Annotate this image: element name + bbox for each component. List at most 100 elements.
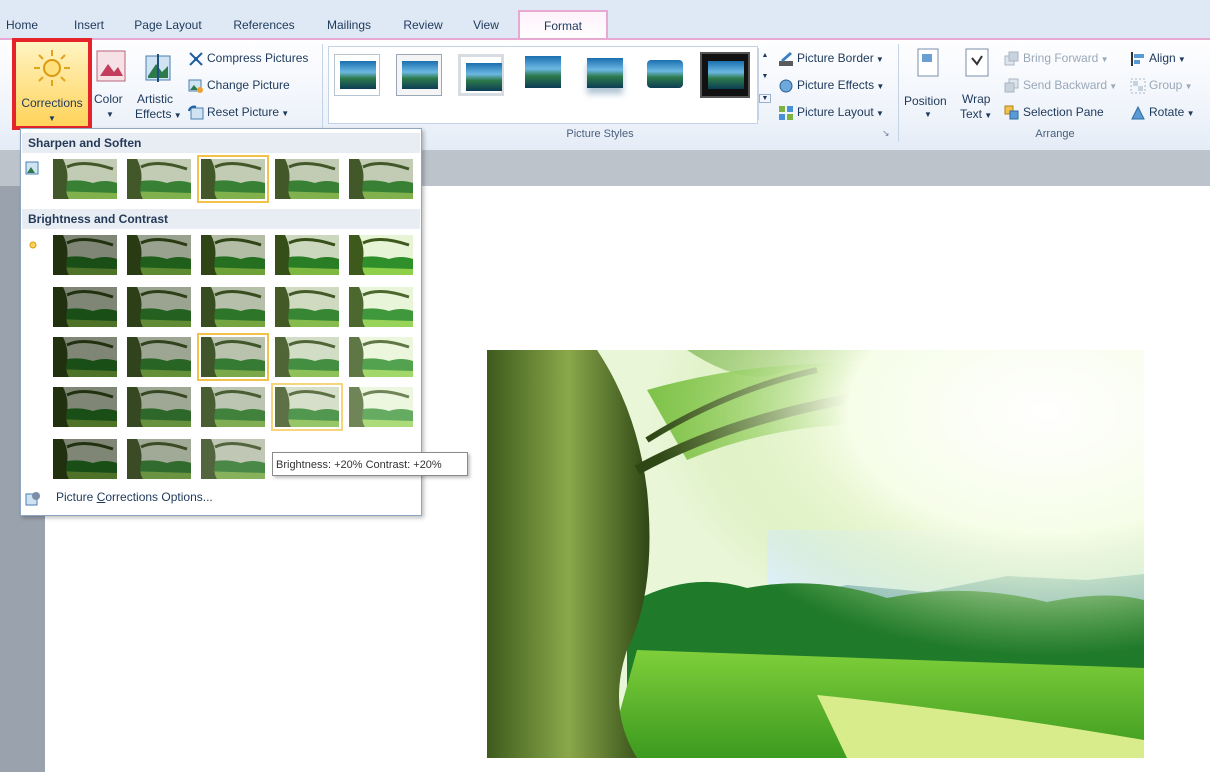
thumbnail-preview: [53, 235, 117, 275]
picture-style-1[interactable]: [334, 54, 380, 96]
corrections-button[interactable]: Corrections ▼: [12, 38, 92, 130]
section-brightness-contrast: Brightness and Contrast: [22, 209, 420, 229]
bring-forward-icon: [1004, 51, 1020, 67]
corrections-label: Corrections: [21, 96, 83, 110]
group-button[interactable]: Group ▼: [1130, 74, 1193, 96]
brightness-contrast-preset-r1-c1[interactable]: [53, 235, 117, 275]
tab-review[interactable]: Review: [396, 14, 450, 36]
document-picture[interactable]: [487, 350, 1144, 758]
thumbnail-preview: [349, 337, 413, 377]
selection-pane-button[interactable]: Selection Pane: [1004, 101, 1104, 123]
group-separator: [898, 44, 899, 142]
picture-layout-label: Picture Layout: [797, 105, 874, 119]
tab-page-layout[interactable]: Page Layout: [128, 14, 208, 36]
thumbnail-preview: [201, 439, 265, 479]
tab-home[interactable]: Home: [0, 14, 44, 36]
thumbnail-preview: [201, 235, 265, 275]
picture-style-3[interactable]: [458, 54, 504, 96]
chevron-down-icon: ▼: [874, 82, 885, 91]
artistic-effects-button[interactable]: Artistic Effects ▼: [132, 44, 182, 124]
chevron-down-icon: ▼: [1175, 55, 1186, 64]
thumbnail-preview: [349, 387, 413, 427]
scroll-down-icon[interactable]: ▼: [759, 73, 771, 80]
reset-picture-button[interactable]: Reset Picture ▼: [188, 101, 289, 123]
align-label: Align: [1149, 51, 1176, 65]
tab-view[interactable]: View: [464, 14, 508, 36]
brightness-contrast-preset-r5-c1[interactable]: [53, 439, 117, 479]
wrap-text-button[interactable]: Wrap Text ▼: [958, 44, 998, 128]
position-button[interactable]: Position ▼: [902, 44, 954, 128]
rotate-icon: [1130, 105, 1146, 121]
scroll-up-icon[interactable]: ▲: [759, 52, 771, 59]
brightness-contrast-preset-r5-c2[interactable]: [127, 439, 191, 479]
brightness-contrast-preset-r2-c3[interactable]: [201, 287, 265, 327]
brightness-contrast-preset-r3-c4[interactable]: [275, 337, 339, 377]
picture-border-button[interactable]: Picture Border ▼: [778, 47, 884, 69]
picture-layout-icon: [778, 105, 794, 121]
align-button[interactable]: Align ▼: [1130, 47, 1186, 69]
brightness-contrast-preset-r1-c2[interactable]: [127, 235, 191, 275]
brightness-contrast-preset-r4-c3[interactable]: [201, 387, 265, 427]
brightness-contrast-preset-r4-c5[interactable]: [349, 387, 413, 427]
picture-layout-button[interactable]: Picture Layout ▼: [778, 101, 884, 123]
tab-mailings[interactable]: Mailings: [318, 14, 380, 36]
brightness-contrast-preset-r1-c5[interactable]: [349, 235, 413, 275]
brightness-contrast-preset-r3-c5[interactable]: [349, 337, 413, 377]
bring-forward-button[interactable]: Bring Forward ▼: [1004, 47, 1109, 69]
compress-pictures-button[interactable]: Compress Pictures: [188, 47, 308, 69]
sharpen-preset-2[interactable]: [127, 159, 191, 199]
picture-border-label: Picture Border: [797, 51, 874, 65]
change-label: Change Picture: [207, 78, 290, 92]
send-backward-icon: [1004, 78, 1020, 94]
send-backward-button[interactable]: Send Backward ▼: [1004, 74, 1117, 96]
brightness-contrast-preset-r3-c1[interactable]: [53, 337, 117, 377]
tab-references[interactable]: References: [226, 14, 302, 36]
send-backward-label: Send Backward: [1023, 78, 1108, 92]
brightness-contrast-preset-r4-c4[interactable]: [271, 383, 343, 431]
gallery-scroll[interactable]: ▲ ▼ ▼: [758, 48, 771, 120]
rotate-button[interactable]: Rotate ▼: [1130, 101, 1195, 123]
brightness-contrast-preset-r5-c3[interactable]: [201, 439, 265, 479]
tab-insert[interactable]: Insert: [64, 14, 114, 36]
picture-style-5[interactable]: [582, 54, 628, 96]
picture-style-7[interactable]: [700, 52, 750, 98]
rotate-label: Rotate: [1149, 105, 1185, 119]
dialog-launcher-icon[interactable]: ↘: [882, 128, 890, 139]
wrap-label-line2: Text ▼: [960, 107, 992, 121]
color-button[interactable]: Color ▼: [92, 44, 128, 124]
picture-style-6[interactable]: [642, 54, 688, 96]
picture-corrections-options-icon: [25, 491, 41, 510]
brightness-contrast-preset-r2-c5[interactable]: [349, 287, 413, 327]
brightness-contrast-preset-r3-c2[interactable]: [127, 337, 191, 377]
artistic-label-line1: Artistic: [137, 92, 173, 106]
brightness-contrast-preset-r2-c2[interactable]: [127, 287, 191, 327]
thumbnail-preview: [275, 235, 339, 275]
thumbnail-preview: [349, 287, 413, 327]
picture-effects-button[interactable]: Picture Effects ▼: [778, 74, 884, 96]
picture-style-4[interactable]: [520, 54, 566, 96]
chevron-down-icon: ▼: [873, 109, 884, 118]
thumbnail-preview: [127, 337, 191, 377]
gallery-more-icon[interactable]: ▼: [759, 94, 771, 103]
sharpen-preset-3[interactable]: [197, 155, 269, 203]
thumbnail-preview: [53, 159, 117, 199]
brightness-contrast-preset-r4-c1[interactable]: [53, 387, 117, 427]
brightness-contrast-preset-r1-c4[interactable]: [275, 235, 339, 275]
thumbnail-preview: [127, 439, 191, 479]
brightness-contrast-preset-r2-c1[interactable]: [53, 287, 117, 327]
picture-style-2[interactable]: [396, 54, 442, 96]
sharpen-preset-1[interactable]: [53, 159, 117, 199]
artistic-effects-icon: [145, 54, 171, 82]
thumbnail-preview: [275, 337, 339, 377]
brightness-contrast-preset-r4-c2[interactable]: [127, 387, 191, 427]
brightness-contrast-preset-r1-c3[interactable]: [201, 235, 265, 275]
picture-corrections-options-link[interactable]: Picture Corrections Options...: [56, 490, 213, 504]
picture-styles-group-label: Picture Styles: [566, 128, 634, 140]
thumbnail-preview: [53, 337, 117, 377]
options-text-pre: Picture: [56, 490, 97, 504]
brightness-contrast-preset-r3-c3[interactable]: [197, 333, 269, 381]
change-picture-button[interactable]: Change Picture: [188, 74, 290, 96]
sharpen-preset-5[interactable]: [349, 159, 413, 199]
brightness-contrast-preset-r2-c4[interactable]: [275, 287, 339, 327]
sharpen-preset-4[interactable]: [275, 159, 339, 199]
